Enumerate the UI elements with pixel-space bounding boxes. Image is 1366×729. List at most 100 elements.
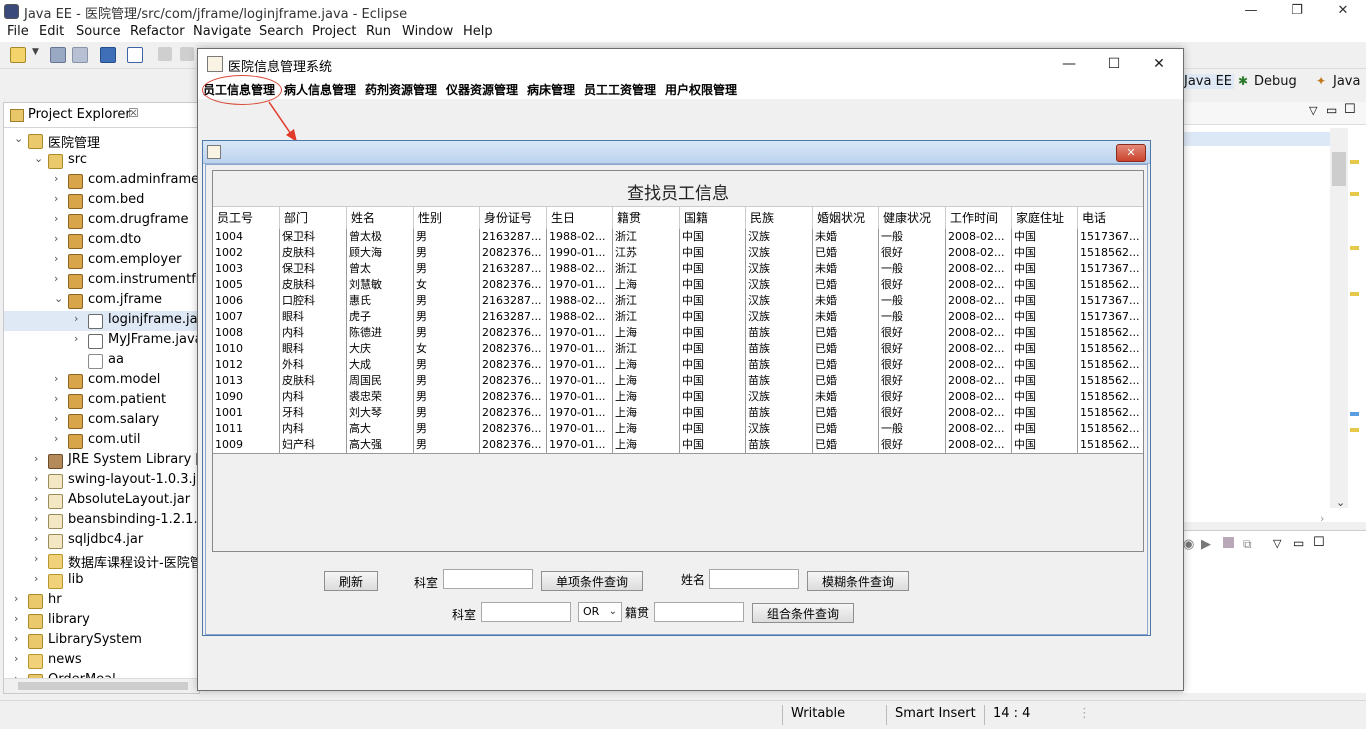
logic-operator-select[interactable]: OR ⌄ xyxy=(578,602,622,622)
table-row[interactable]: 1008 内科 陈德进男 2082376... 1970-01... 上海 中国 苗族 已婚 很好… xyxy=(213,325,1143,342)
chevron-down-icon[interactable]: ⌄ xyxy=(14,132,23,145)
dept-input-2[interactable] xyxy=(481,602,571,622)
table-row[interactable]: 1005 皮肤科 刘慧敏女 2082376... 1970-01... 上海 中国 汉族 已婚很… xyxy=(213,277,1143,294)
disconnect-icon[interactable]: ⧉ xyxy=(1243,537,1252,552)
table-row[interactable]: 1003 保卫科 曾太男 2163287... 1988-02... 浙江 中国 汉族 未婚 一般… xyxy=(213,261,1143,278)
menu-instrument-resources[interactable]: 仪器资源管理 xyxy=(446,81,518,98)
menu-search[interactable]: Search xyxy=(259,24,304,39)
chevron-down-icon[interactable]: ⌄ xyxy=(34,152,43,165)
refresh-button[interactable]: 刷新 xyxy=(324,571,378,591)
scrollbar-thumb[interactable] xyxy=(1332,152,1346,186)
chevron-right-icon[interactable]: › xyxy=(34,552,38,565)
app-maximize-icon[interactable]: ☐ xyxy=(1091,49,1137,79)
terminate-icon[interactable] xyxy=(1223,537,1234,548)
close-icon[interactable]: ✕ xyxy=(1320,0,1366,22)
tree-item[interactable]: › com.drugframe xyxy=(4,211,199,231)
column-header[interactable]: 民族 xyxy=(746,207,813,229)
save-all-icon[interactable] xyxy=(72,47,88,63)
view-menu-icon[interactable]: ▽ xyxy=(1273,537,1281,550)
tree-item[interactable]: › com.employer xyxy=(4,251,199,271)
restore-icon[interactable]: ❐ xyxy=(1274,0,1320,22)
console-icon[interactable] xyxy=(100,47,116,63)
tree-item[interactable]: › com.instrumentframe xyxy=(4,271,199,291)
column-header[interactable]: 健康状况 xyxy=(879,207,946,229)
tree-item[interactable]: › com.model xyxy=(4,371,199,391)
column-header[interactable]: 员工号 xyxy=(213,207,280,229)
tree-item[interactable]: ⌄ com.jframe xyxy=(4,291,199,311)
minimize-view-icon[interactable]: ▭ xyxy=(1293,536,1304,550)
table-row[interactable]: 1006 口腔科 惠氏男 2163287... 1988-02... 浙江 中国 汉族 未婚 一般… xyxy=(213,293,1143,310)
play-icon[interactable]: ▶ xyxy=(1201,537,1211,552)
menu-user-permissions[interactable]: 用户权限管理 xyxy=(665,81,737,98)
chevron-right-icon[interactable]: › xyxy=(74,332,78,345)
scrollbar-thumb[interactable] xyxy=(18,682,188,690)
column-header[interactable]: 家庭住址 xyxy=(1012,207,1078,229)
menu-file[interactable]: File xyxy=(7,24,29,39)
close-tab-icon[interactable]: ☒ xyxy=(128,106,139,120)
tree-item[interactable]: › 数据库课程设计-医院管理 xyxy=(4,551,199,571)
chevron-right-icon[interactable]: › xyxy=(54,192,58,205)
table-row[interactable]: 1007 眼科 虎子男 2163287... 1988-02... 浙江 中国 汉族 未婚 一般 2… xyxy=(213,309,1143,326)
tree-item[interactable]: › com.util xyxy=(4,431,199,451)
combined-condition-query-button[interactable]: 组合条件查询 xyxy=(752,603,854,623)
table-row[interactable]: 1011 内科 高大男 2082376... 1970-01... 上海 中国 汉族 已婚 一般 2… xyxy=(213,421,1143,438)
table-row[interactable]: 1004 保卫科 曾太极男 2163287... 1988-02... 浙江 中国 汉族 未婚一… xyxy=(213,229,1143,246)
marker-warning[interactable] xyxy=(1350,246,1359,250)
fuzzy-condition-query-button[interactable]: 模糊条件查询 xyxy=(807,571,909,591)
table-row[interactable]: 1001 牙科 刘大琴男 2082376... 1970-01... 上海 中国 苗族 已婚 很好… xyxy=(213,405,1143,422)
perspective-java-ee[interactable]: Java EE xyxy=(1182,74,1235,89)
column-header[interactable]: 身份证号 xyxy=(480,207,547,229)
project-explorer-tab[interactable]: Project Explorer ☒ xyxy=(4,103,199,128)
tree-item[interactable]: › library xyxy=(4,611,199,631)
chevron-right-icon[interactable]: › xyxy=(54,232,58,245)
marker-warning[interactable] xyxy=(1350,428,1359,432)
run-icon[interactable]: ◉ xyxy=(1183,537,1194,552)
tree-item[interactable]: ⌄ src xyxy=(4,151,199,171)
tree-item[interactable]: › com.salary xyxy=(4,411,199,431)
chevron-right-icon[interactable]: › xyxy=(34,452,38,465)
tree-item[interactable]: › com.dto xyxy=(4,231,199,251)
column-header[interactable]: 籍贯 xyxy=(613,207,680,229)
tree-item[interactable]: › com.patient xyxy=(4,391,199,411)
chevron-right-icon[interactable]: › xyxy=(34,532,38,545)
editor-vertical-scrollbar[interactable] xyxy=(1330,128,1348,508)
column-header[interactable]: 生日 xyxy=(547,207,613,229)
new-icon[interactable] xyxy=(10,47,26,63)
tree-item[interactable]: › MyJFrame.java xyxy=(4,331,199,351)
menu-refactor[interactable]: Refactor xyxy=(130,24,185,39)
tree-item[interactable]: › news xyxy=(4,651,199,671)
menu-bed-management[interactable]: 病床管理 xyxy=(527,81,575,98)
horizontal-scrollbar[interactable] xyxy=(4,678,199,693)
tree-item[interactable]: › com.adminframe xyxy=(4,171,199,191)
tree-item[interactable]: › LibrarySystem xyxy=(4,631,199,651)
dept-input[interactable] xyxy=(443,569,533,589)
chevron-right-icon[interactable]: › xyxy=(54,272,58,285)
menu-patient-info[interactable]: 病人信息管理 xyxy=(284,81,356,98)
save-icon[interactable] xyxy=(50,47,66,63)
column-header[interactable]: 婚姻状况 xyxy=(813,207,879,229)
app-close-icon[interactable]: ✕ xyxy=(1136,49,1182,79)
minimize-icon[interactable]: — xyxy=(1228,0,1274,22)
tree-item[interactable]: aa xyxy=(4,351,199,371)
menu-project[interactable]: Project xyxy=(312,24,356,39)
chevron-right-icon[interactable]: › xyxy=(54,392,58,405)
maximize-view-icon[interactable]: ☐ xyxy=(1313,535,1325,550)
marker-warning[interactable] xyxy=(1350,160,1359,164)
chevron-right-icon[interactable]: › xyxy=(14,592,18,605)
menu-navigate[interactable]: Navigate xyxy=(193,24,251,39)
table-row[interactable]: 1009 妇产科 高大强男 2082376... 1970-01... 上海 中国 苗族 已婚很… xyxy=(213,437,1143,454)
tree-item[interactable]: › com.bed xyxy=(4,191,199,211)
column-header[interactable]: 工作时间 xyxy=(946,207,1012,229)
maximize-view-icon[interactable]: ☐ xyxy=(1344,102,1356,117)
menu-edit[interactable]: Edit xyxy=(39,24,64,39)
chevron-right-icon[interactable]: › xyxy=(54,432,58,445)
column-header[interactable]: 电话 xyxy=(1078,207,1143,229)
column-header[interactable]: 国籍 xyxy=(680,207,746,229)
app-minimize-icon[interactable]: — xyxy=(1046,49,1092,79)
suspend-icon[interactable] xyxy=(180,47,194,61)
perspective-java[interactable]: Java xyxy=(1333,74,1360,89)
chevron-right-icon[interactable]: › xyxy=(34,512,38,525)
minimize-view-icon[interactable]: ▭ xyxy=(1326,103,1337,117)
chevron-right-icon[interactable]: › xyxy=(54,172,58,185)
name-input[interactable] xyxy=(709,569,799,589)
